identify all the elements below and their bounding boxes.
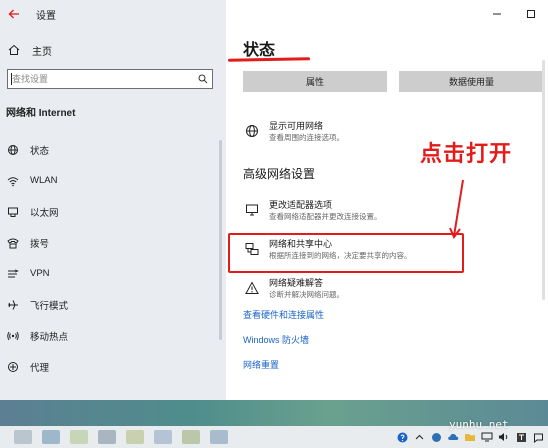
sidebar: 设置 主页 网络和 Internet 状态 WLAN (0, 0, 226, 400)
app-tray-icon[interactable] (430, 431, 442, 443)
sidebar-item-status[interactable]: 状态 (0, 134, 226, 165)
sidebar-item-ethernet[interactable]: 以太网 (0, 196, 226, 227)
main-scrollbar[interactable] (542, 60, 545, 300)
red-highlight-box (228, 233, 464, 273)
sidebar-item-label: 飞行模式 (30, 300, 69, 312)
sidebar-item-vpn[interactable]: VPN (0, 258, 226, 289)
item-description: 查看网络适配器并更改连接设置。 (269, 212, 382, 221)
title-bar: 设置 (0, 0, 226, 28)
app-title: 设置 (36, 10, 56, 22)
change-adapter-options[interactable]: 更改适配器选项 查看网络适配器并更改连接设置。 (243, 199, 382, 222)
proxy-icon (5, 359, 21, 375)
network-reset-link[interactable]: 网络重置 (243, 358, 279, 371)
monitor-icon (243, 201, 261, 219)
taskbar-app[interactable] (98, 430, 116, 444)
warning-icon (243, 279, 261, 297)
sidebar-item-home[interactable]: 主页 (0, 40, 226, 60)
search-icon (198, 74, 208, 84)
click-open-annotation: 点击打开 (420, 141, 513, 166)
text-caret (11, 73, 12, 85)
sidebar-item-label: WLAN (30, 175, 58, 186)
taskbar-apps (14, 430, 228, 444)
item-description: 查看周围的连接选项。 (269, 133, 344, 142)
sidebar-item-label: 移动热点 (30, 331, 69, 343)
search-button[interactable] (194, 70, 212, 88)
dialup-icon (5, 235, 21, 251)
taskbar-app[interactable] (154, 430, 172, 444)
taskbar-app[interactable] (126, 430, 144, 444)
sidebar-item-dialup[interactable]: 拨号 (0, 227, 226, 258)
search-input[interactable] (8, 74, 194, 84)
taskbar-app[interactable] (182, 430, 200, 444)
watermark: yunhu.net (449, 418, 509, 431)
minimize-button[interactable] (480, 0, 514, 28)
back-button[interactable] (2, 0, 26, 28)
ime-icon[interactable] (515, 431, 527, 443)
sidebar-item-wlan[interactable]: WLAN (0, 165, 226, 196)
button-row: 属性 数据使用量 (243, 71, 544, 92)
sidebar-item-label: 以太网 (30, 207, 59, 219)
red-underline-annotation (227, 57, 311, 62)
window-controls (480, 0, 548, 28)
taskbar-app[interactable] (210, 430, 228, 444)
network-troubleshooter[interactable]: 网络疑难解答 诊断并解决网络问题。 (243, 277, 344, 300)
item-description: 诊断并解决网络问题。 (269, 290, 344, 299)
sidebar-item-label: 状态 (30, 145, 50, 157)
network-icon[interactable] (481, 431, 493, 443)
taskbar-app[interactable] (42, 430, 60, 444)
airplane-icon (5, 297, 21, 313)
sidebar-item-airplane-mode[interactable]: 飞行模式 (0, 289, 226, 320)
chevron-up-icon[interactable] (413, 431, 425, 443)
home-icon (6, 42, 22, 58)
item-title: 显示可用网络 (269, 121, 324, 131)
maximize-button[interactable] (514, 0, 548, 28)
main-panel: 状态 属性 数据使用量 显示可用网络 查看周围的连接选项。 高级网络设置 更改适… (226, 0, 548, 400)
sidebar-item-proxy[interactable]: 代理 (0, 351, 226, 382)
data-usage-button[interactable]: 数据使用量 (399, 71, 544, 92)
item-title: 更改适配器选项 (269, 200, 333, 210)
section-title: 网络和 Internet (6, 108, 76, 119)
sidebar-item-label: 拨号 (30, 238, 50, 250)
sidebar-item-label: 主页 (32, 46, 52, 58)
show-available-networks[interactable]: 显示可用网络 查看周围的连接选项。 (243, 120, 344, 143)
globe-icon (243, 122, 261, 140)
wifi-icon (5, 173, 21, 189)
globe-icon (5, 142, 21, 158)
sidebar-item-hotspot[interactable]: 移动热点 (0, 320, 226, 351)
cloud-icon[interactable] (447, 431, 459, 443)
windows-firewall-link[interactable]: Windows 防火墙 (243, 333, 309, 346)
volume-icon[interactable] (498, 431, 510, 443)
back-arrow-icon (8, 9, 19, 19)
hotspot-icon (5, 328, 21, 344)
advanced-settings-heading: 高级网络设置 (243, 167, 316, 181)
taskbar-app[interactable] (70, 430, 88, 444)
properties-button[interactable]: 属性 (243, 71, 387, 92)
help-icon[interactable] (396, 431, 408, 443)
ethernet-icon (5, 204, 21, 220)
sidebar-scrollbar[interactable] (219, 140, 222, 340)
search-box (7, 69, 213, 89)
hardware-properties-link[interactable]: 查看硬件和连接属性 (243, 308, 324, 321)
maximize-icon (527, 10, 535, 18)
notification-icon[interactable] (532, 431, 544, 443)
nav-list: 状态 WLAN 以太网 拨号 VPN 飞行模式 移动热点 代理 (0, 134, 226, 382)
sidebar-item-label: 代理 (30, 362, 50, 374)
red-arrow-annotation (449, 179, 464, 239)
taskbar-app[interactable] (14, 430, 32, 444)
item-title: 网络疑难解答 (269, 278, 324, 288)
vpn-icon (5, 266, 21, 282)
sidebar-item-label: VPN (30, 268, 50, 279)
page-title: 状态 (243, 42, 276, 59)
folder-icon[interactable] (464, 431, 476, 443)
minimize-icon (493, 13, 501, 15)
